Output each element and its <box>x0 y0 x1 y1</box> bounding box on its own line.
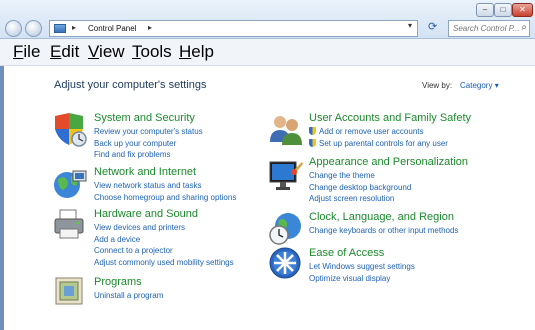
link-suggest-settings[interactable]: Let Windows suggest settings <box>309 261 415 273</box>
link-optimize-display[interactable]: Optimize visual display <box>309 273 415 285</box>
chevron-down-icon: ▾ <box>494 81 499 90</box>
category-title-programs[interactable]: Programs <box>94 276 163 288</box>
link-uninstall-program[interactable]: Uninstall a program <box>94 290 163 302</box>
control-panel-icon <box>54 24 66 33</box>
link-homegroup-sharing[interactable]: Choose homegroup and sharing options <box>94 192 236 204</box>
link-mobility-settings[interactable]: Adjust commonly used mobility settings <box>94 257 234 269</box>
forward-button[interactable] <box>25 20 42 37</box>
programs-icon[interactable] <box>52 274 88 308</box>
breadcrumb-arrow-icon[interactable]: ▸ <box>72 23 76 32</box>
ease-of-access-icon[interactable] <box>268 246 304 282</box>
link-find-fix[interactable]: Find and fix problems <box>94 149 203 161</box>
category-programs: Programs Uninstall a program <box>94 276 163 302</box>
address-bar[interactable]: ▸ Control Panel ▸ <box>49 20 418 37</box>
category-ease-of-access: Ease of Access Let Windows suggest setti… <box>309 247 415 284</box>
link-add-remove-users[interactable]: Add or remove user accounts <box>309 126 471 138</box>
category-title-appearance[interactable]: Appearance and Personalization <box>309 156 468 168</box>
link-network-status[interactable]: View network status and tasks <box>94 180 236 192</box>
close-button[interactable]: ✕ <box>512 3 533 17</box>
link-change-theme[interactable]: Change the theme <box>309 170 468 182</box>
category-network-internet: Network and Internet View network status… <box>94 166 236 203</box>
category-title-clock[interactable]: Clock, Language, and Region <box>309 211 458 223</box>
view-by-value: Category <box>460 81 493 90</box>
breadcrumb-arrow-icon[interactable]: ▸ <box>148 23 152 32</box>
link-change-keyboards[interactable]: Change keyboards or other input methods <box>309 225 458 237</box>
refresh-icon[interactable]: ⟳ <box>428 20 437 33</box>
page-title: Adjust your computer's settings <box>54 79 207 91</box>
search-placeholder: Search Control P... <box>453 24 520 33</box>
menu-edit[interactable]: Edit <box>50 42 79 62</box>
category-title-hardware-sound[interactable]: Hardware and Sound <box>94 208 234 220</box>
title-bar: ▸ Control Panel ▸ ▾ ⟳ Search Control P..… <box>0 0 535 39</box>
maximize-button[interactable]: □ <box>494 3 512 17</box>
window-edge <box>0 66 4 330</box>
network-globe-icon[interactable] <box>52 166 88 202</box>
search-icon[interactable]: ⌕ <box>521 22 527 33</box>
menu-bar: File Edit View Tools Help <box>0 39 535 66</box>
appearance-monitor-icon[interactable] <box>268 158 304 194</box>
menu-file[interactable]: File <box>13 42 40 62</box>
link-review-status[interactable]: Review your computer's status <box>94 126 203 138</box>
back-button[interactable] <box>5 20 22 37</box>
link-screen-resolution[interactable]: Adjust screen resolution <box>309 193 468 205</box>
category-user-accounts: User Accounts and Family Safety Add or r… <box>309 112 471 149</box>
breadcrumb-control-panel[interactable]: Control Panel <box>88 24 136 33</box>
minimize-button[interactable]: – <box>476 3 494 17</box>
category-appearance: Appearance and Personalization Change th… <box>309 156 468 205</box>
user-accounts-icon[interactable] <box>268 112 304 148</box>
view-by-label: View by: <box>422 81 453 90</box>
category-title-system-security[interactable]: System and Security <box>94 112 203 124</box>
system-security-icon[interactable] <box>52 112 88 148</box>
link-devices-printers[interactable]: View devices and printers <box>94 222 234 234</box>
category-title-network-internet[interactable]: Network and Internet <box>94 166 236 178</box>
printer-icon[interactable] <box>52 207 88 243</box>
link-parental-controls[interactable]: Set up parental controls for any user <box>309 138 471 150</box>
link-back-up[interactable]: Back up your computer <box>94 138 203 150</box>
clock-globe-icon[interactable] <box>268 210 304 246</box>
menu-help[interactable]: Help <box>179 42 214 62</box>
category-title-ease-of-access[interactable]: Ease of Access <box>309 247 415 259</box>
link-add-device[interactable]: Add a device <box>94 234 234 246</box>
search-input[interactable]: Search Control P... ⌕ <box>448 20 530 37</box>
category-hardware-sound: Hardware and Sound View devices and prin… <box>94 208 234 268</box>
link-desktop-background[interactable]: Change desktop background <box>309 182 468 194</box>
category-title-user-accounts[interactable]: User Accounts and Family Safety <box>309 112 471 124</box>
view-by-dropdown[interactable]: Category ▾ <box>460 81 499 90</box>
address-dropdown-icon[interactable]: ▾ <box>408 21 412 30</box>
menu-view[interactable]: View <box>88 42 125 62</box>
category-clock-language-region: Clock, Language, and Region Change keybo… <box>309 211 458 237</box>
link-connect-projector[interactable]: Connect to a projector <box>94 245 234 257</box>
menu-tools[interactable]: Tools <box>132 42 172 62</box>
category-system-security: System and Security Review your computer… <box>94 112 203 161</box>
